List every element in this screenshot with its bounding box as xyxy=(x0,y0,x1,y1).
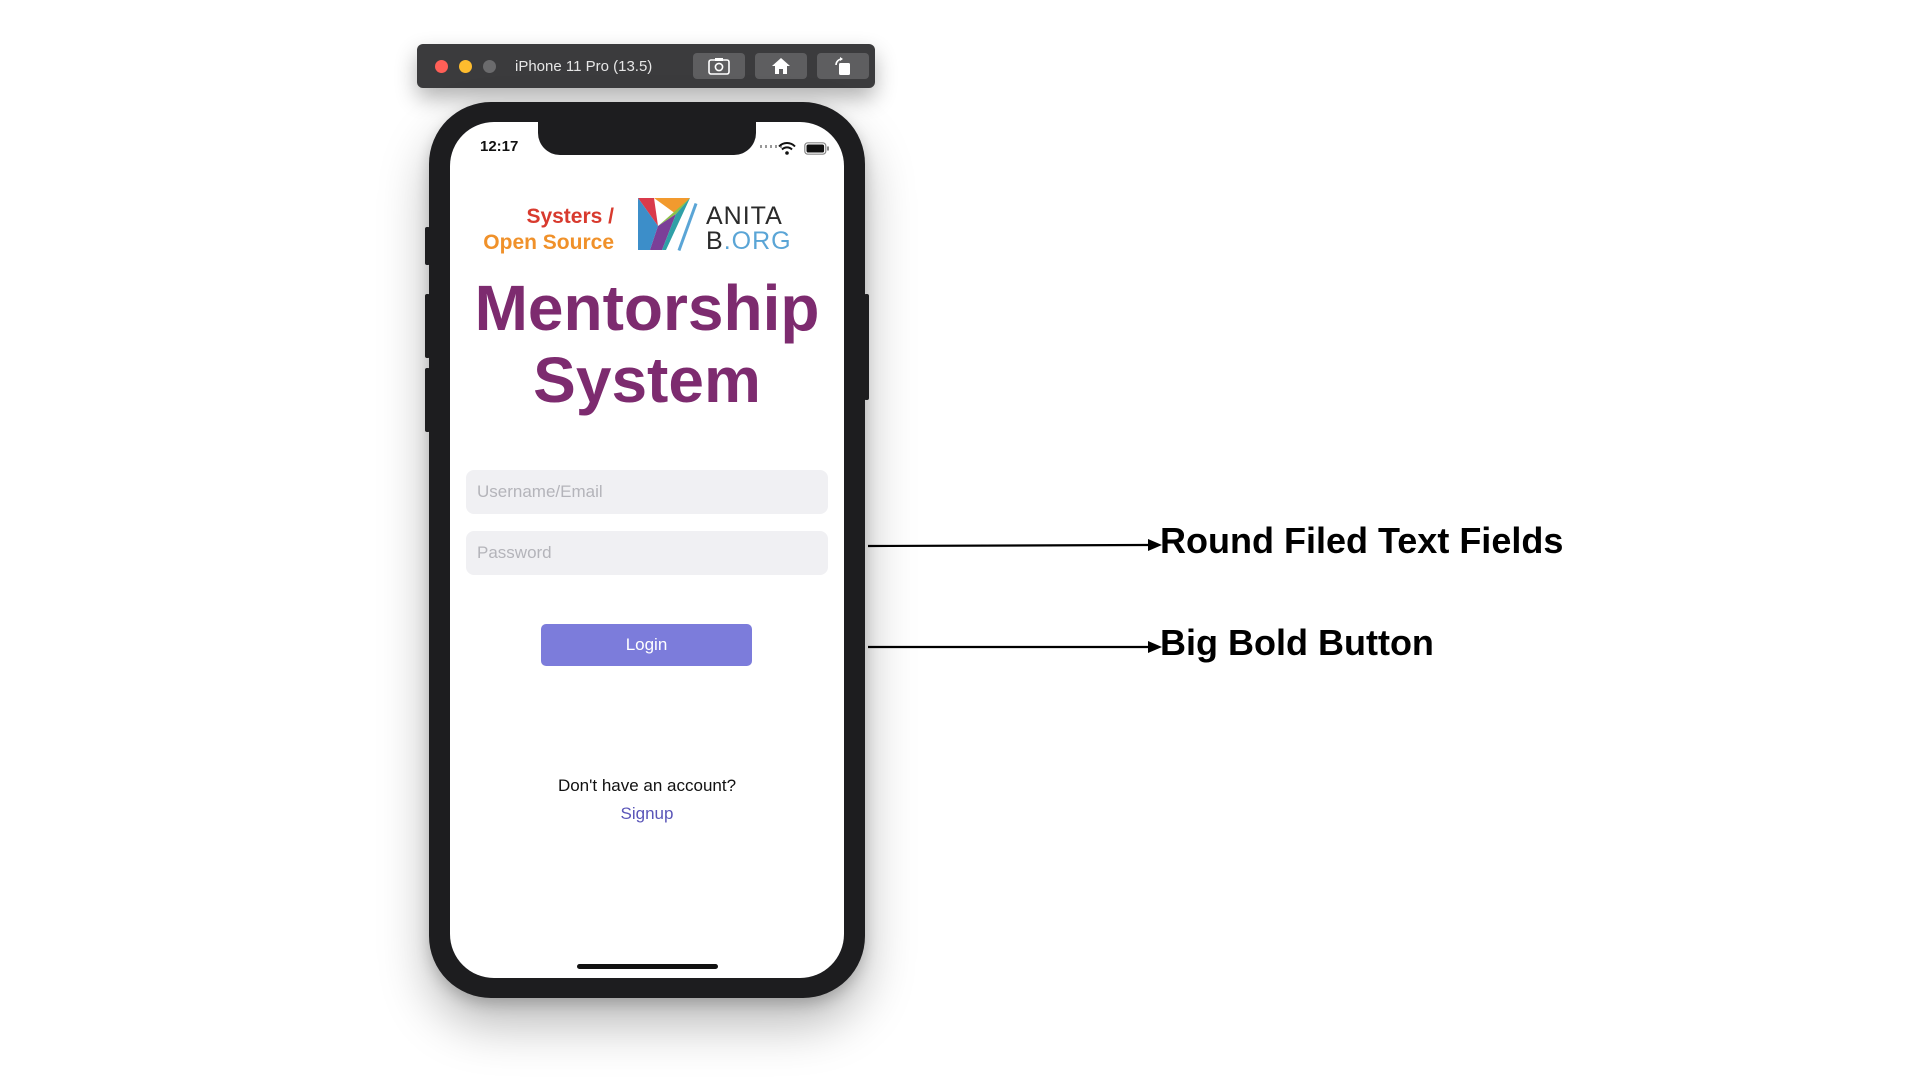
arrow-to-text-fields xyxy=(867,539,1162,551)
arrow-to-button xyxy=(868,641,1162,653)
annotation-button-label: Big Bold Button xyxy=(1160,622,1434,663)
annotation-text-fields-label: Round Filed Text Fields xyxy=(1160,520,1564,561)
annotation-arrows xyxy=(867,539,1162,653)
